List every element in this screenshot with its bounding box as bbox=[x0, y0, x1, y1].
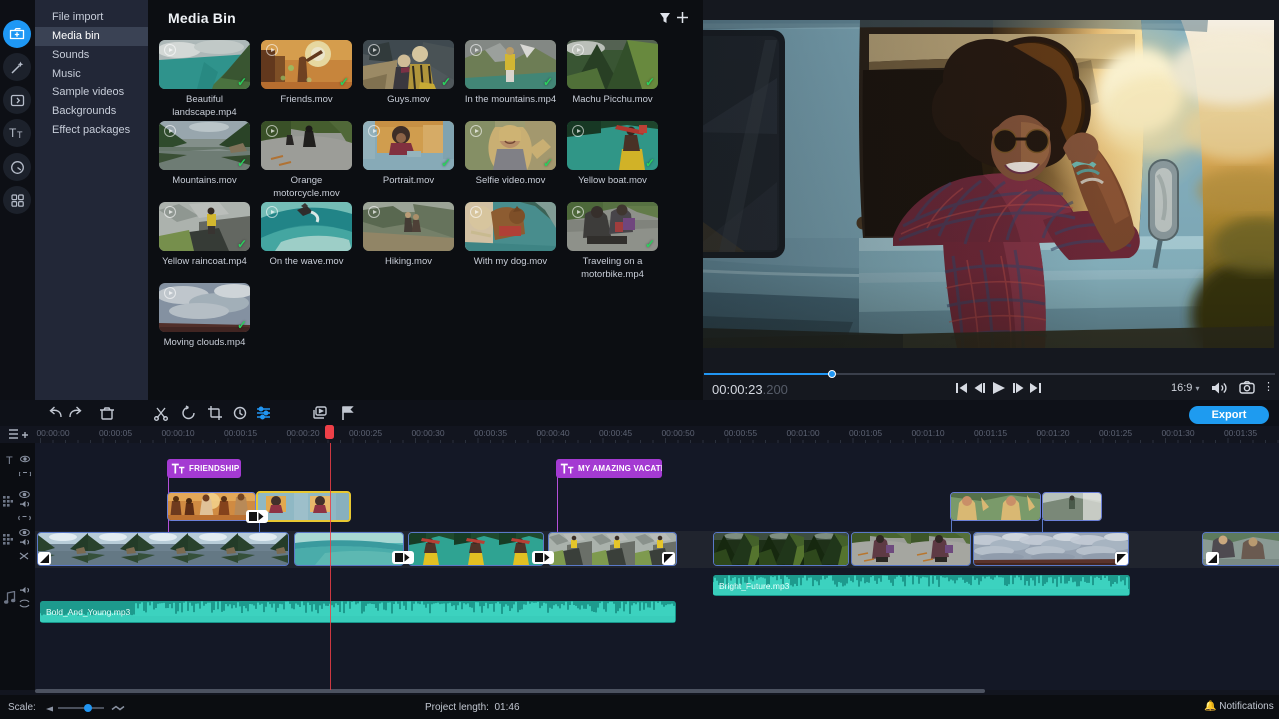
svg-text:T: T bbox=[17, 130, 23, 140]
svg-text:T: T bbox=[9, 126, 17, 140]
